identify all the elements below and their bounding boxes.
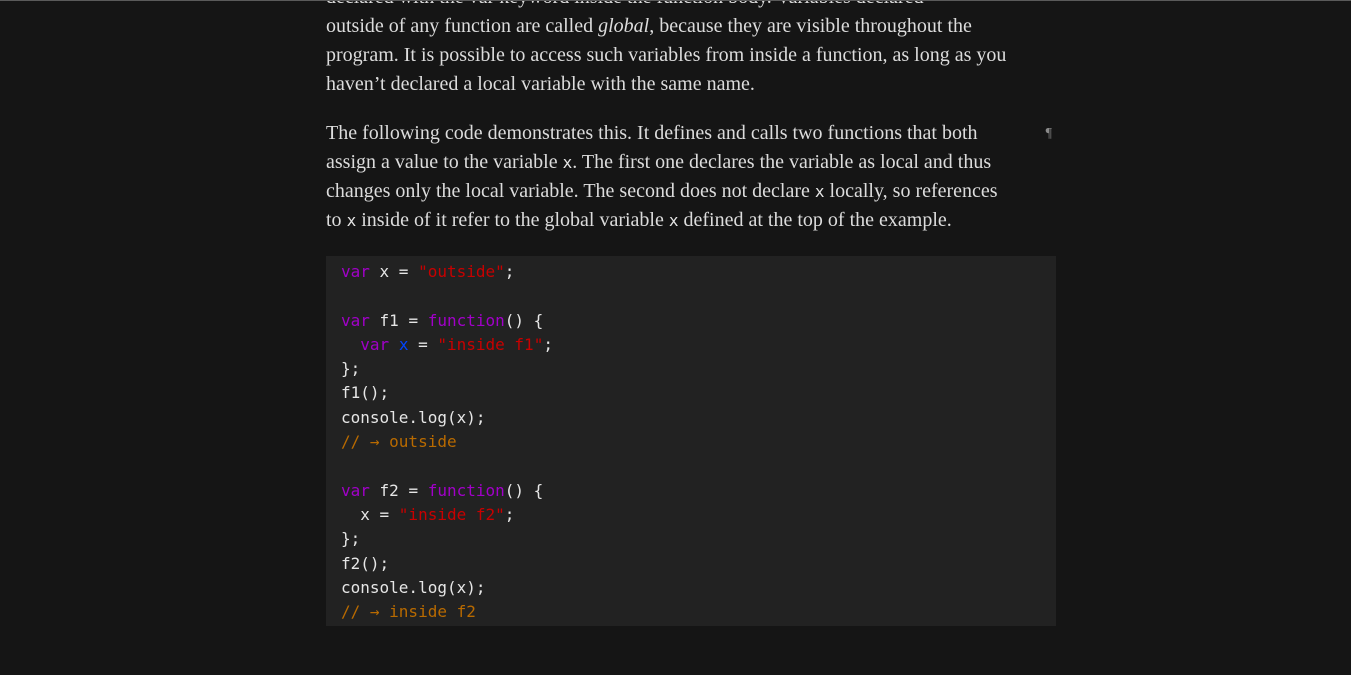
code-text: console.: [341, 407, 419, 427]
inline-code-x: x: [346, 211, 357, 230]
code-text: ;: [504, 262, 515, 281]
code-comment: // → inside f2: [341, 602, 476, 622]
code-keyword: function: [427, 310, 505, 330]
code-text: () {: [504, 480, 544, 500]
code-line: // → outside: [341, 430, 1041, 454]
code-text: ;: [543, 334, 553, 354]
code-text: x =: [341, 504, 399, 524]
pilcrow-anchor-link[interactable]: ¶: [1046, 119, 1052, 148]
code-line: f2();: [341, 552, 1041, 576]
code-text: (x);: [446, 407, 486, 427]
paragraph-text: declared with the var keyword inside the…: [326, 1, 924, 8]
code-text: ;: [504, 504, 515, 524]
code-line: console.log(x);: [341, 406, 1041, 430]
code-line: };: [341, 527, 1041, 551]
code-line: console.log(x);: [341, 576, 1041, 600]
inline-code-x: x: [814, 182, 825, 201]
code-variable-def: x: [398, 334, 409, 354]
code-keyword: var: [341, 480, 370, 500]
code-text: f2 =: [369, 480, 428, 500]
code-property: log: [418, 407, 447, 427]
article-content: declared with the var keyword inside the…: [326, 1, 1056, 627]
paragraph-global-variables: declared with the var keyword inside the…: [326, 1, 1056, 99]
page: declared with the var keyword inside the…: [0, 0, 1351, 675]
code-line: x = "inside f2";: [341, 503, 1041, 527]
code-line: var x = "inside f1";: [341, 333, 1041, 357]
code-line: };: [341, 357, 1041, 381]
code-line: f1();: [341, 381, 1041, 405]
code-text: (x);: [446, 577, 486, 597]
inline-code-x: x: [668, 211, 679, 230]
code-text: };: [341, 529, 361, 549]
code-string: "outside": [418, 262, 505, 281]
code-text: console.: [341, 577, 419, 597]
code-block[interactable]: var x = "outside"; var f1 = function() { …: [326, 256, 1056, 627]
code-keyword: function: [427, 480, 505, 500]
code-text: x =: [369, 262, 419, 281]
paragraph-text: outside of any function are called: [326, 15, 599, 37]
emphasis-global: global: [598, 15, 650, 37]
code-text: f1();: [341, 383, 390, 403]
paragraph-text: defined at the top of the example.: [678, 209, 952, 231]
paragraph-text: inside of it refer to the global variabl…: [356, 209, 669, 231]
code-text: () {: [504, 310, 544, 330]
code-comment: // → outside: [341, 432, 457, 452]
paragraph-code-explanation: The following code demonstrates this. It…: [326, 119, 1056, 235]
code-text: =: [408, 334, 438, 354]
code-line: var f2 = function() {: [341, 479, 1041, 503]
code-text: f1 =: [369, 310, 428, 330]
code-string: "inside f2": [398, 504, 505, 524]
code-line: // → inside f2: [341, 600, 1041, 624]
code-text: };: [341, 359, 361, 379]
code-line: var x = "outside";: [341, 260, 1041, 284]
code-keyword: var: [341, 310, 370, 330]
code-property: log: [418, 577, 447, 597]
code-keyword: var: [360, 334, 390, 354]
code-keyword: var: [341, 262, 370, 281]
code-text: f2();: [341, 553, 390, 573]
code-string: "inside f1": [437, 334, 544, 354]
code-line: var f1 = function() {: [341, 309, 1041, 333]
inline-code-x: x: [562, 153, 573, 172]
